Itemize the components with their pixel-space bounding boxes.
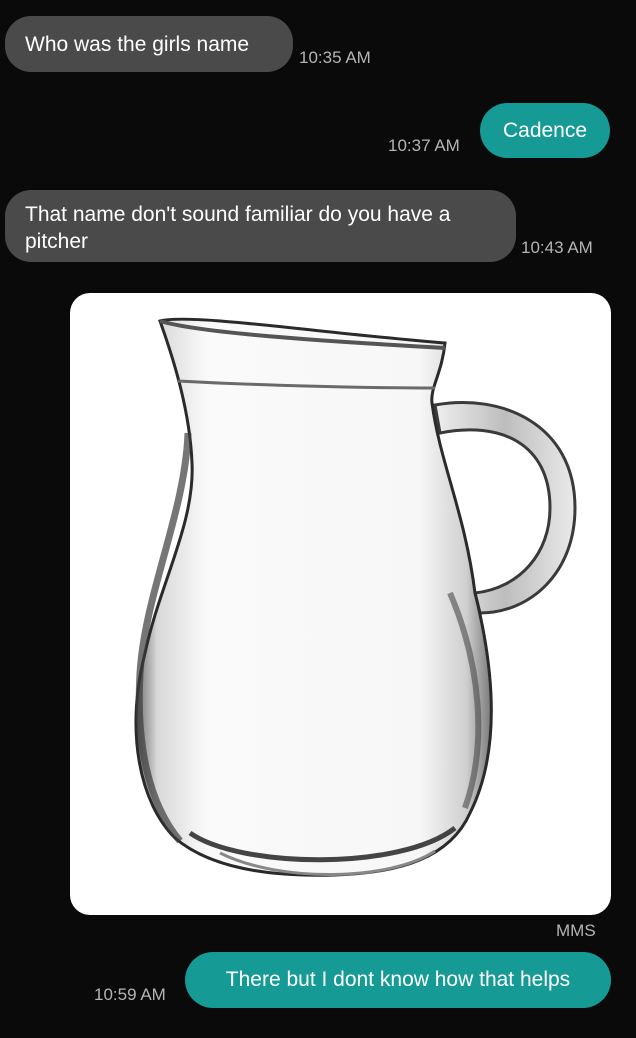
incoming-message-bubble[interactable]: Who was the girls name [5,16,293,72]
glass-pitcher-photo [134,317,577,877]
outgoing-message-bubble[interactable]: Cadence [480,103,610,158]
outgoing-message-bubble[interactable]: There but I dont know how that helps [185,952,611,1008]
mms-label: MMS [556,921,596,940]
mms-image-attachment[interactable] [70,293,611,915]
message-timestamp: 10:59 AM [94,985,166,1004]
message-timestamp: 10:37 AM [388,136,460,155]
message-timestamp: 10:43 AM [521,238,593,257]
message-timestamp: 10:35 AM [299,48,371,67]
incoming-message-bubble[interactable]: That name don't sound familiar do you ha… [5,190,516,262]
